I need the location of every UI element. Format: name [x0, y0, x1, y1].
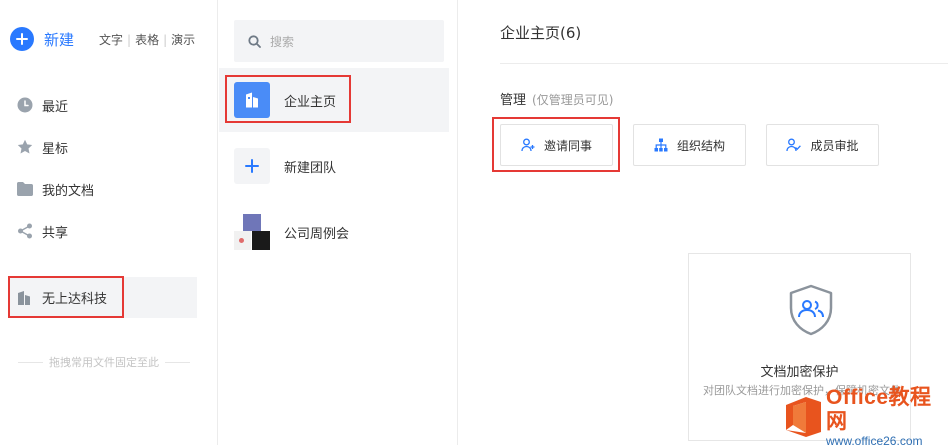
team-list-panel: 搜索 企业主页 新建团队 公司周例会 [219, 0, 458, 445]
new-label: 新建 [44, 30, 75, 49]
plus-icon [10, 27, 34, 51]
list-item-label: 公司周例会 [284, 226, 350, 242]
sidebar-item-label: 星标 [42, 141, 69, 157]
manage-label: 管理 [500, 93, 527, 108]
search-icon [248, 34, 261, 48]
page-title: 企业主页(6) [500, 24, 582, 42]
clock-icon [16, 96, 34, 114]
sidebar-item-team[interactable]: 无上达科技 [8, 277, 197, 318]
invite-colleague-button[interactable]: 邀请同事 [500, 124, 613, 166]
search-input[interactable]: 搜索 [234, 20, 444, 62]
sidebar-item-label: 最近 [42, 99, 69, 115]
shield-users-icon [788, 284, 834, 340]
folder-icon [16, 180, 34, 198]
divider [18, 361, 43, 363]
manage-section-label: 管理 (仅管理员可见) [500, 89, 613, 108]
member-approval-button[interactable]: 成员审批 [766, 124, 879, 166]
sidebar-item-my-docs[interactable]: 我的文档 [16, 178, 94, 200]
watermark-url: www.office26.com [826, 434, 923, 445]
left-sidebar: 新建 文字 | 表格 | 演示 最近 星标 我的文档 共享 无上达科技 拖拽常用… [0, 0, 218, 445]
new-button[interactable]: 新建 [10, 26, 74, 52]
button-label: 组织结构 [676, 138, 725, 153]
divider [165, 361, 190, 363]
enterprise-home-main: 企业主页(6) 管理 (仅管理员可见) 邀请同事 组织结构 成员审批 文档加密保护… [459, 0, 948, 445]
building-icon [16, 290, 32, 306]
button-label: 成员审批 [810, 138, 859, 153]
sidebar-item-label: 我的文档 [42, 183, 95, 199]
sidebar-item-recent[interactable]: 最近 [16, 94, 68, 116]
star-icon [16, 138, 34, 156]
plus-icon [234, 148, 270, 184]
list-item-weekly-meeting[interactable]: 公司周例会 [219, 200, 449, 264]
divider [500, 63, 948, 64]
watermark: Office教程网 www.office26.com [784, 386, 948, 445]
building-icon [234, 82, 270, 118]
new-text-link[interactable]: 文字 [99, 31, 123, 48]
sidebar-item-starred[interactable]: 星标 [16, 136, 68, 158]
org-structure-button[interactable]: 组织结构 [633, 124, 746, 166]
sidebar-item-shared[interactable]: 共享 [16, 220, 68, 242]
search-placeholder: 搜索 [270, 34, 295, 49]
group-avatar-icon [234, 214, 270, 250]
org-chart-icon [654, 138, 668, 152]
sidebar-item-label: 共享 [42, 225, 69, 241]
team-label: 无上达科技 [42, 292, 108, 307]
button-label: 邀请同事 [543, 138, 592, 153]
list-item-label: 企业主页 [284, 94, 337, 110]
list-item-new-team[interactable]: 新建团队 [219, 134, 449, 198]
share-icon [16, 222, 34, 240]
list-item-label: 新建团队 [284, 160, 337, 176]
manage-note: (仅管理员可见) [532, 93, 614, 107]
card-title: 文档加密保护 [760, 365, 839, 380]
approve-user-icon [786, 138, 802, 152]
watermark-brand: Office教程网 [826, 386, 932, 433]
new-type-links: 文字 | 表格 | 演示 [99, 31, 196, 48]
list-item-enterprise-home[interactable]: 企业主页 [219, 68, 449, 132]
pin-hint-text: 拖拽常用文件固定至此 [49, 356, 159, 369]
new-slides-link[interactable]: 演示 [171, 31, 195, 48]
pin-hint: 拖拽常用文件固定至此 [18, 354, 190, 370]
office-logo-icon [784, 396, 822, 438]
invite-user-icon [521, 138, 535, 152]
new-sheet-link[interactable]: 表格 [135, 31, 159, 48]
